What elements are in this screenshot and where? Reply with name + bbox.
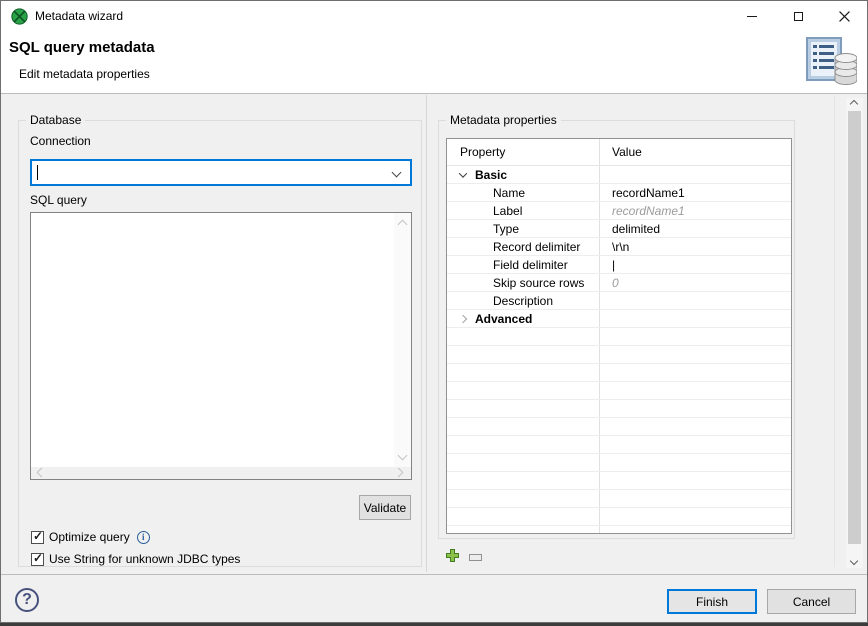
chevron-down-icon[interactable]	[392, 168, 402, 178]
minimize-icon	[747, 16, 757, 17]
table-row-empty[interactable]	[447, 400, 791, 418]
checkmark-icon: ✓	[33, 529, 43, 543]
chevron-down-icon[interactable]	[459, 169, 467, 177]
table-row-empty[interactable]	[447, 508, 791, 526]
scroll-down-icon[interactable]	[398, 451, 408, 461]
page-title: SQL query metadata	[9, 39, 155, 56]
add-row-button[interactable]	[445, 548, 460, 566]
table-row[interactable]: Advanced	[447, 310, 791, 328]
wizard-header: SQL query metadata Edit metadata propert…	[1, 32, 867, 94]
titlebar: Metadata wizard	[1, 1, 867, 32]
table-row-empty[interactable]	[447, 418, 791, 436]
table-row-empty[interactable]	[447, 382, 791, 400]
table-row-empty[interactable]	[447, 472, 791, 490]
dialog-vertical-scrollbar[interactable]	[846, 98, 863, 568]
table-row[interactable]: Record delimiter\r\n	[447, 238, 791, 256]
table-row-empty[interactable]	[447, 526, 791, 534]
pane-divider-right	[834, 95, 835, 567]
table-row[interactable]: Basic	[447, 166, 791, 184]
sql-query-label: SQL query	[30, 193, 87, 207]
plus-icon	[445, 548, 460, 563]
table-row-empty[interactable]	[447, 328, 791, 346]
property-value-cell[interactable]: recordName1	[599, 184, 791, 201]
finish-button[interactable]: Finish	[667, 589, 757, 614]
window-title: Metadata wizard	[35, 1, 123, 32]
table-row-empty[interactable]	[447, 436, 791, 454]
metadata-group-label: Metadata properties	[446, 113, 561, 127]
button-bar: ? Finish Cancel	[1, 574, 867, 623]
page-subtitle: Edit metadata properties	[19, 67, 150, 81]
column-header-property[interactable]: Property	[447, 139, 599, 165]
scroll-right-icon[interactable]	[394, 468, 404, 478]
property-table: Property Value Basic NamerecordName1Label…	[446, 138, 792, 534]
chevron-right-icon[interactable]	[459, 314, 467, 322]
table-row[interactable]: Skip source rows0	[447, 274, 791, 292]
optimize-query-checkbox-row[interactable]: ✓ Optimize query i	[31, 530, 150, 544]
property-value-cell[interactable]	[599, 310, 791, 327]
checkmark-icon: ✓	[33, 551, 43, 565]
column-header-value[interactable]: Value	[599, 139, 791, 165]
checkbox-checked[interactable]: ✓	[31, 531, 44, 544]
info-icon[interactable]: i	[137, 531, 150, 544]
property-table-body: Basic NamerecordName1LabelrecordName1Type…	[447, 166, 791, 534]
group-row-label: Advanced	[475, 312, 532, 326]
property-value-cell[interactable]: |	[599, 256, 791, 273]
checkbox-checked[interactable]: ✓	[31, 553, 44, 566]
optimize-query-label: Optimize query	[49, 530, 130, 544]
metadata-wizard-window: Metadata wizard SQL query metadata Edit …	[0, 0, 868, 623]
jdbc-string-checkbox-row[interactable]: ✓ Use String for unknown JDBC types	[31, 552, 240, 566]
table-header-row: Property Value	[447, 139, 791, 166]
validate-button[interactable]: Validate	[359, 495, 411, 520]
table-row[interactable]: Typedelimited	[447, 220, 791, 238]
table-row-empty[interactable]	[447, 364, 791, 382]
table-row[interactable]: NamerecordName1	[447, 184, 791, 202]
table-row[interactable]: Field delimiter|	[447, 256, 791, 274]
table-actions	[445, 548, 482, 566]
property-value-cell[interactable]: 0	[599, 274, 791, 291]
database-group-label: Database	[26, 113, 85, 127]
text-cursor	[37, 165, 38, 180]
close-button[interactable]	[821, 1, 867, 32]
jdbc-string-label: Use String for unknown JDBC types	[49, 552, 240, 566]
property-value-cell[interactable]: recordName1	[599, 202, 791, 219]
cancel-button[interactable]: Cancel	[767, 589, 856, 614]
property-value-cell[interactable]: \r\n	[599, 238, 791, 255]
property-value-cell[interactable]	[599, 166, 791, 183]
maximize-button[interactable]	[775, 1, 821, 32]
property-value-cell[interactable]: delimited	[599, 220, 791, 237]
table-row-empty[interactable]	[447, 454, 791, 472]
table-row[interactable]: Description	[447, 292, 791, 310]
sql-query-textarea[interactable]	[30, 212, 412, 480]
scroll-down-icon[interactable]	[850, 557, 858, 565]
database-groupbox: Database Connection SQL query Validate ✓…	[18, 120, 422, 567]
connection-combobox[interactable]	[30, 159, 412, 186]
metadata-database-icon	[805, 37, 857, 90]
sql-vertical-scrollbar[interactable]	[394, 213, 411, 467]
connection-label: Connection	[30, 134, 91, 148]
pane-divider	[426, 95, 427, 572]
scroll-left-icon[interactable]	[37, 468, 47, 478]
sql-horizontal-scrollbar[interactable]	[31, 467, 411, 479]
scroll-up-icon[interactable]	[398, 220, 408, 230]
scrollbar-thumb[interactable]	[848, 111, 861, 544]
metadata-groupbox: Metadata properties Property Value Basic…	[438, 120, 795, 539]
table-row-empty[interactable]	[447, 490, 791, 508]
table-row[interactable]: LabelrecordName1	[447, 202, 791, 220]
clover-app-icon	[11, 8, 28, 25]
maximize-icon	[794, 12, 803, 21]
property-value-cell[interactable]	[599, 292, 791, 309]
table-row-empty[interactable]	[447, 346, 791, 364]
help-button[interactable]: ?	[15, 588, 39, 612]
close-icon	[839, 11, 850, 22]
remove-row-button[interactable]	[469, 554, 482, 561]
minimize-button[interactable]	[729, 1, 775, 32]
group-row-label: Basic	[475, 168, 507, 182]
scroll-up-icon[interactable]	[850, 100, 858, 108]
